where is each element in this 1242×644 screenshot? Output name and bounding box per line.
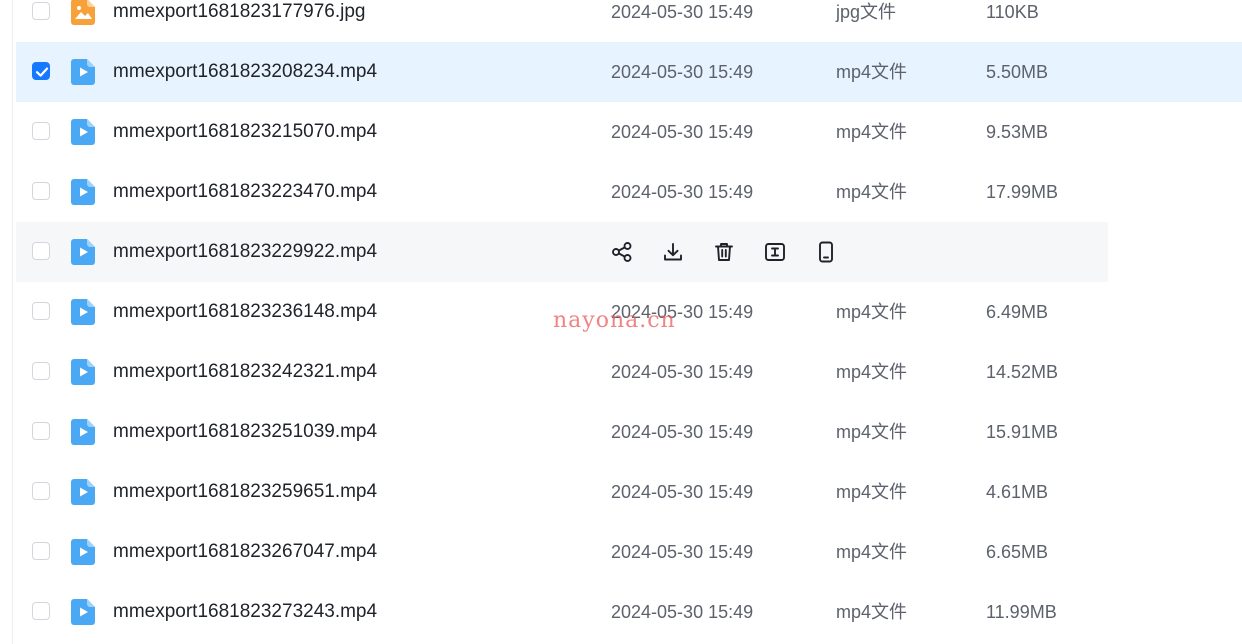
modified-date: 2024-05-30 15:49: [611, 62, 754, 82]
file-type: jpg文件: [836, 2, 897, 22]
image-file-icon: [71, 0, 95, 25]
video-file-icon: [71, 599, 95, 625]
video-file-icon: [71, 419, 95, 445]
file-row[interactable]: mmexport1681823273243.mp4 2024-05-30 15:4…: [16, 582, 1242, 642]
file-row[interactable]: mmexport1681823177976.jpg 2024-05-30 15:4…: [16, 0, 1242, 42]
file-size: 9.53MB: [986, 122, 1049, 142]
modified-date: 2024-05-30 15:49: [611, 482, 754, 502]
file-size: 17.99MB: [986, 182, 1059, 202]
file-row[interactable]: mmexport1681823236148.mp4 2024-05-30 15:4…: [16, 282, 1242, 342]
file-name[interactable]: mmexport1681823259651.mp4: [113, 462, 377, 522]
file-name[interactable]: mmexport1681823208234.mp4: [113, 42, 377, 102]
row-checkbox[interactable]: [32, 542, 50, 560]
file-row[interactable]: mmexport1681823251039.mp4 2024-05-30 15:4…: [16, 402, 1242, 462]
file-list: mmexport1681823177976.jpg 2024-05-30 15:4…: [16, 0, 1242, 642]
delete-icon: [713, 241, 735, 263]
file-row[interactable]: mmexport1681823215070.mp4 2024-05-30 15:4…: [16, 102, 1242, 162]
modified-date: 2024-05-30 15:49: [611, 302, 754, 322]
row-checkbox[interactable]: [32, 362, 50, 380]
row-checkbox[interactable]: [32, 482, 50, 500]
video-file-icon: [71, 239, 95, 265]
download-button[interactable]: [661, 240, 685, 264]
file-name[interactable]: mmexport1681823236148.mp4: [113, 282, 377, 342]
row-checkbox[interactable]: [32, 182, 50, 200]
file-size: 5.50MB: [986, 62, 1049, 82]
file-size: 15.91MB: [986, 422, 1059, 442]
file-row[interactable]: mmexport1681823242321.mp4 2024-05-30 15:4…: [16, 342, 1242, 402]
modified-date: 2024-05-30 15:49: [611, 422, 754, 442]
file-type: mp4文件: [836, 182, 908, 202]
file-type: mp4文件: [836, 122, 908, 142]
file-size: 6.49MB: [986, 302, 1049, 322]
file-row[interactable]: mmexport1681823208234.mp4 2024-05-30 15:4…: [16, 42, 1242, 102]
file-name[interactable]: mmexport1681823242321.mp4: [113, 342, 377, 402]
video-file-icon: [71, 119, 95, 145]
download-icon: [662, 241, 684, 263]
file-name[interactable]: mmexport1681823223470.mp4: [113, 162, 377, 222]
rename-icon: [764, 241, 786, 263]
share-button[interactable]: [610, 240, 634, 264]
video-file-icon: [71, 539, 95, 565]
row-checkbox[interactable]: [32, 302, 50, 320]
send-to-phone-icon: [815, 241, 837, 263]
modified-date: 2024-05-30 15:49: [611, 542, 754, 562]
file-row[interactable]: mmexport1681823267047.mp4 2024-05-30 15:4…: [16, 522, 1242, 582]
modified-date: 2024-05-30 15:49: [611, 182, 754, 202]
row-checkbox[interactable]: [32, 2, 50, 20]
file-size: 4.61MB: [986, 482, 1049, 502]
delete-button[interactable]: [712, 240, 736, 264]
panel-divider: [12, 0, 13, 644]
file-row[interactable]: mmexport1681823223470.mp4 2024-05-30 15:4…: [16, 162, 1242, 222]
file-type: mp4文件: [836, 302, 908, 322]
file-name[interactable]: mmexport1681823251039.mp4: [113, 402, 377, 462]
file-name[interactable]: mmexport1681823177976.jpg: [113, 0, 365, 42]
file-name[interactable]: mmexport1681823215070.mp4: [113, 102, 377, 162]
file-type: mp4文件: [836, 602, 908, 622]
row-checkbox[interactable]: [32, 242, 50, 260]
send-to-phone-button[interactable]: [814, 240, 838, 264]
file-name[interactable]: mmexport1681823229922.mp4: [113, 222, 377, 282]
file-type: mp4文件: [836, 482, 908, 502]
row-checkbox[interactable]: [32, 62, 50, 80]
modified-date: 2024-05-30 15:49: [611, 122, 754, 142]
row-hover-actions: [610, 240, 865, 264]
share-icon: [611, 241, 633, 263]
video-file-icon: [71, 59, 95, 85]
modified-date: 2024-05-30 15:49: [611, 2, 754, 22]
file-type: mp4文件: [836, 62, 908, 82]
modified-date: 2024-05-30 15:49: [611, 602, 754, 622]
file-list-viewport: mmexport1681823177976.jpg 2024-05-30 15:4…: [0, 0, 1242, 644]
row-checkbox[interactable]: [32, 422, 50, 440]
file-name[interactable]: mmexport1681823267047.mp4: [113, 522, 377, 582]
modified-date: 2024-05-30 15:49: [611, 362, 754, 382]
video-file-icon: [71, 299, 95, 325]
row-checkbox[interactable]: [32, 122, 50, 140]
file-size: 6.65MB: [986, 542, 1049, 562]
file-name[interactable]: mmexport1681823273243.mp4: [113, 582, 377, 642]
file-type: mp4文件: [836, 542, 908, 562]
row-checkbox[interactable]: [32, 602, 50, 620]
rename-button[interactable]: [763, 240, 787, 264]
file-size: 110KB: [986, 2, 1039, 22]
file-row[interactable]: mmexport1681823259651.mp4 2024-05-30 15:4…: [16, 462, 1242, 522]
file-row[interactable]: mmexport1681823229922.mp4: [16, 222, 1108, 282]
video-file-icon: [71, 359, 95, 385]
file-type: mp4文件: [836, 422, 908, 442]
file-size: 14.52MB: [986, 362, 1059, 382]
file-type: mp4文件: [836, 362, 908, 382]
file-size: 11.99MB: [986, 602, 1057, 622]
video-file-icon: [71, 479, 95, 505]
video-file-icon: [71, 179, 95, 205]
